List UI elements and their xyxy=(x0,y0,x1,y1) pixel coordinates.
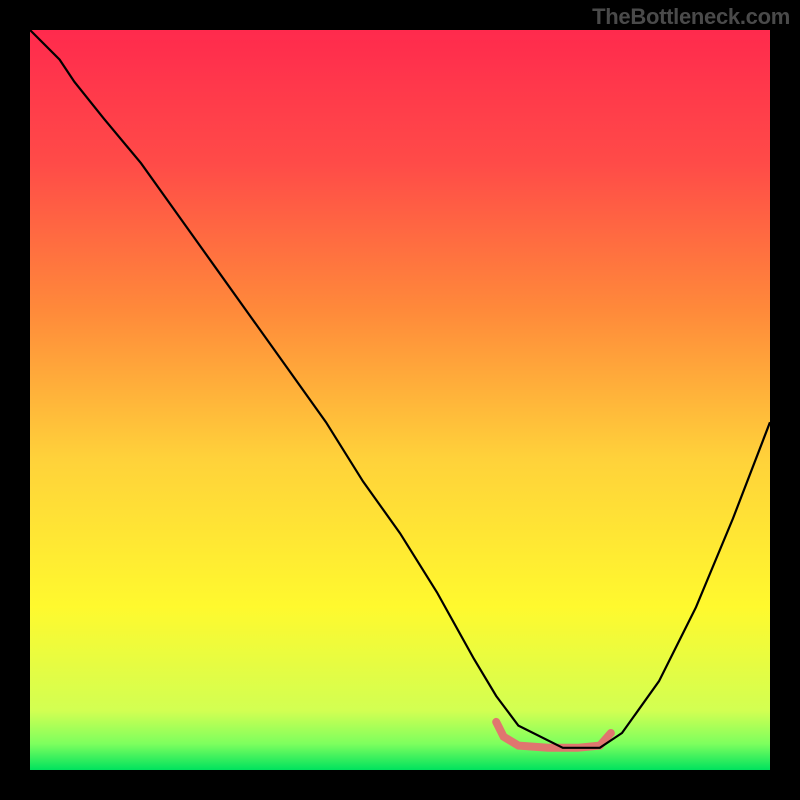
gradient-background xyxy=(30,30,770,770)
plot-area xyxy=(30,30,770,770)
chart-svg xyxy=(30,30,770,770)
watermark-text: TheBottleneck.com xyxy=(592,4,790,30)
chart-frame: TheBottleneck.com xyxy=(0,0,800,800)
